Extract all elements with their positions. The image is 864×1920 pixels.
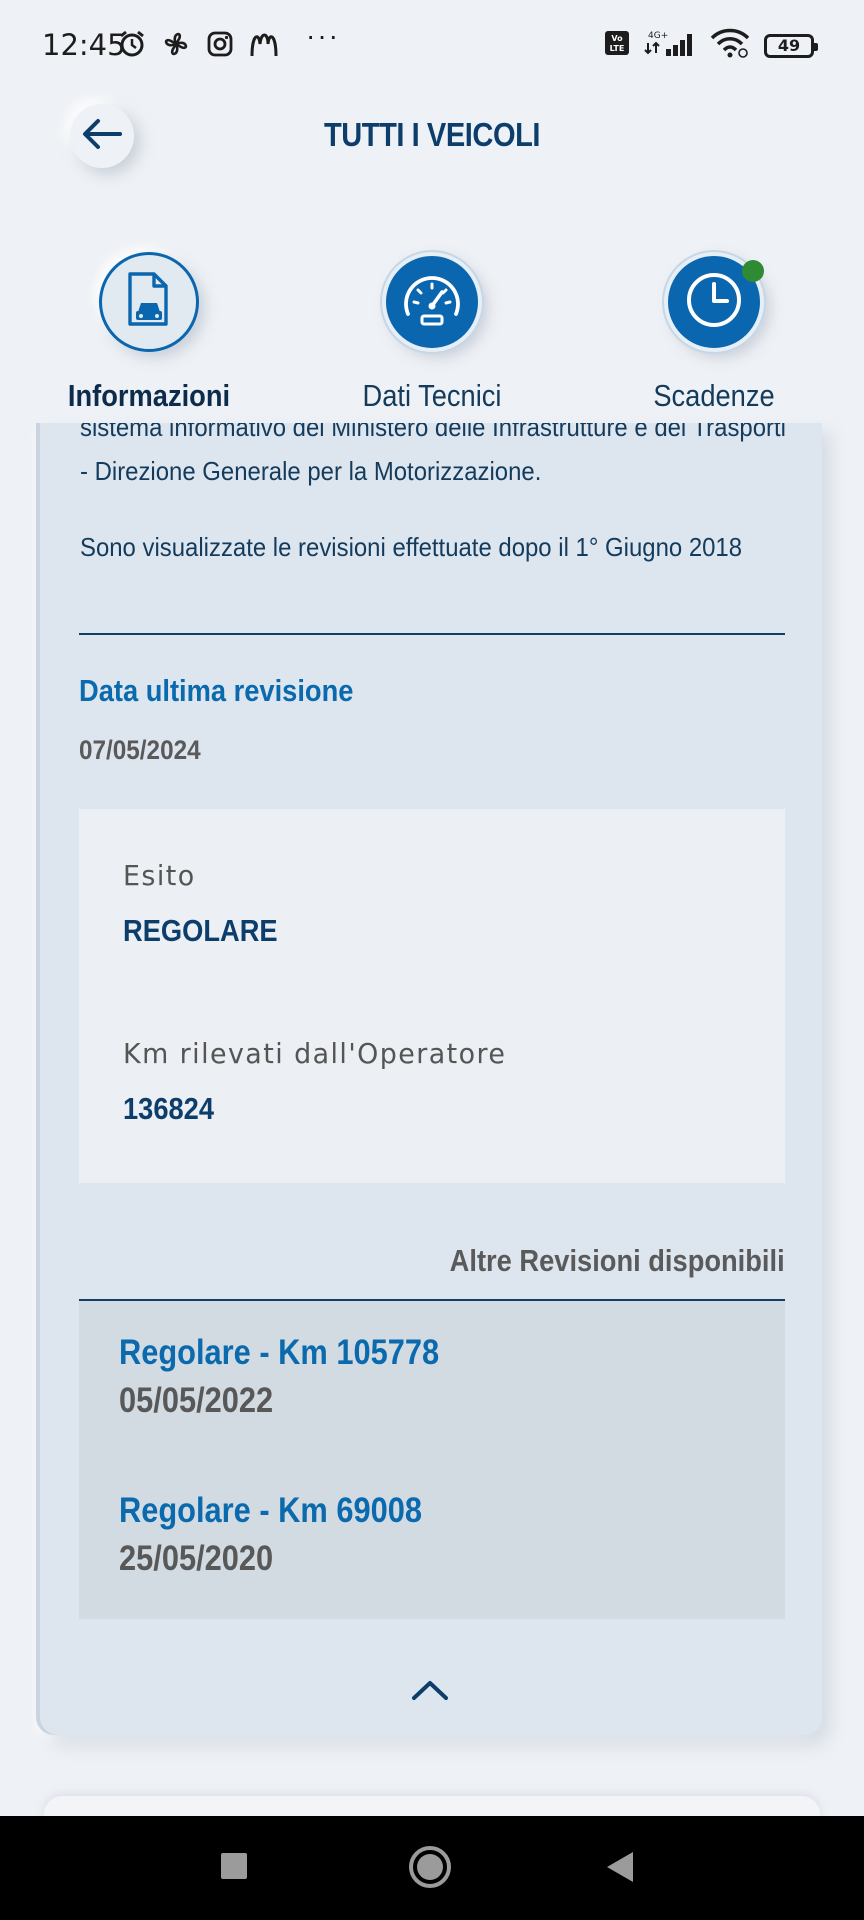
esito-label: Esito [123, 859, 196, 892]
alarm-icon [116, 28, 148, 60]
home-icon[interactable] [409, 1846, 451, 1888]
tab-icon-wrapper [382, 252, 482, 352]
list-item[interactable]: Regolare - Km 69008 25/05/2020 [119, 1491, 463, 1579]
tab-icon-wrapper [664, 252, 764, 352]
clock-icon [684, 270, 744, 335]
tab-icon-wrapper [99, 252, 199, 352]
fan-icon [160, 28, 192, 60]
revision-result-box: Esito REGOLARE Km rilevati dall'Operator… [79, 809, 785, 1183]
status-notification-icons: ··· [116, 20, 340, 60]
svg-text:4G+: 4G+ [648, 31, 668, 41]
volte-icon: Vo LTE [604, 30, 630, 61]
instagram-icon [204, 28, 236, 60]
home-icon-inner [417, 1854, 443, 1880]
status-bar: 12:45 ··· Vo LTE 4G+ 49 [0, 0, 864, 90]
other-revisions-title: Altre Revisioni disponibili [450, 1243, 785, 1278]
wifi-icon [710, 28, 750, 63]
tab-label: Informazioni [67, 378, 231, 413]
list-item[interactable]: Regolare - Km 105778 05/05/2022 [119, 1333, 483, 1421]
tab-label: Dati Tecnici [362, 378, 502, 413]
recents-icon[interactable] [221, 1853, 247, 1879]
status-system-icons: Vo LTE 4G+ 49 [604, 28, 818, 63]
speedometer-icon [400, 270, 464, 335]
revisioni-card[interactable]: sistema informativo del Ministero delle … [40, 423, 822, 1735]
intro-paragraph: sistema informativo del Ministero delle … [80, 423, 786, 486]
svg-text:Vo: Vo [611, 34, 623, 43]
revision-date: 25/05/2020 [119, 1539, 274, 1578]
collapse-button[interactable] [406, 1675, 454, 1709]
notification-dot [742, 260, 764, 282]
other-revisions-list: Regolare - Km 105778 05/05/2022 Regolare… [79, 1299, 785, 1619]
revision-title: Regolare - Km 69008 [119, 1491, 423, 1530]
signal-icon: 4G+ [644, 29, 696, 62]
svg-text:LTE: LTE [610, 44, 625, 53]
intro-paragraph: Sono visualizzate le revisioni effettuat… [80, 532, 743, 562]
back-triangle-icon[interactable] [607, 1852, 633, 1882]
battery-icon: 49 [764, 33, 818, 58]
tab-scadenze[interactable]: Scadenze [614, 252, 814, 414]
divider [79, 633, 785, 635]
chevron-up-icon [410, 1678, 450, 1707]
tab-label: Scadenze [653, 378, 775, 413]
km-label: Km rilevati dall'Operatore [123, 1037, 507, 1070]
last-revision-date: 07/05/2024 [79, 735, 201, 765]
tab-informazioni[interactable]: Informazioni [49, 252, 249, 414]
tab-dati-tecnici[interactable]: Dati Tecnici [332, 252, 532, 414]
intro-text: sistema informativo del Ministero delle … [80, 423, 798, 601]
revision-date: 05/05/2022 [119, 1381, 274, 1420]
last-revision-title: Data ultima revisione [79, 673, 354, 708]
more-notifications-icon: ··· [306, 20, 340, 51]
revision-title: Regolare - Km 105778 [119, 1333, 440, 1372]
status-time: 12:45 [42, 28, 126, 62]
esito-value: REGOLARE [123, 913, 278, 948]
document-car-icon [124, 271, 174, 333]
system-nav-bar [0, 1816, 864, 1920]
page-title: TUTTI I VEICOLI [323, 116, 541, 153]
mcdonalds-icon [248, 28, 280, 60]
km-value: 136824 [123, 1091, 215, 1126]
